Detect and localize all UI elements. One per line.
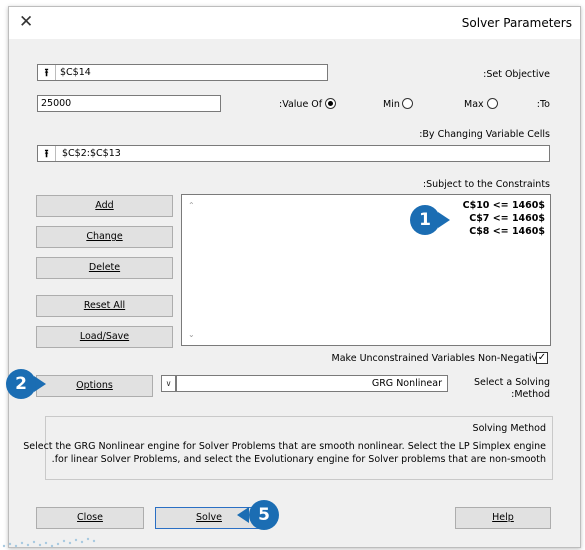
solving-method-line-1: Select the GRG Nonlinear engine for Solv… (23, 441, 546, 452)
options-button[interactable]: Options (36, 375, 153, 397)
solving-method-group: Solving Method Select the GRG Nonlinear … (23, 416, 553, 480)
scroll-up-icon[interactable]: ⌃ (188, 201, 195, 210)
objective-input[interactable]: ⭱ $C$14 (37, 64, 328, 81)
nonneg-checkbox[interactable]: ✓ (536, 352, 548, 364)
change-button[interactable]: Change (36, 226, 173, 248)
decorative-dots (2, 537, 96, 548)
load-save-label: Load/Save (79, 331, 130, 342)
min-label: Min (383, 99, 400, 110)
callout-pointer-5 (237, 507, 249, 523)
constraint-item[interactable]: C$10 <= 1460$ (463, 200, 545, 211)
callout-badge-2: 2 (6, 369, 36, 399)
objective-value: $C$14 (60, 67, 91, 78)
to-label: :To (536, 99, 550, 110)
constraint-item[interactable]: C$7 <= 1460$ (469, 213, 545, 224)
solving-method-label-2: :Method (511, 389, 550, 400)
solving-method-line-2: .for linear Solver Problems, and select … (51, 454, 546, 465)
constraints-label: :Subject to the Constraints (422, 179, 550, 190)
changing-cells-input[interactable]: ⭱ $C$2:$C$13 (37, 145, 550, 162)
reset-all-button[interactable]: Reset All (36, 295, 173, 317)
max-label: Max (464, 99, 484, 110)
set-objective-label: :Set Objective (483, 69, 550, 80)
min-radio[interactable] (402, 98, 413, 109)
close-label: Close (77, 512, 103, 523)
constraints-list[interactable]: ⌃ C$10 <= 1460$ C$7 <= 1460$ C$8 <= 1460… (181, 194, 551, 346)
scroll-down-icon[interactable]: ⌄ (188, 330, 195, 339)
close-icon[interactable]: ✕ (19, 12, 33, 32)
reset-all-label: Reset All (83, 300, 126, 311)
value-of-input[interactable]: 25000 (37, 95, 221, 112)
change-label: Change (86, 231, 123, 242)
load-save-button[interactable]: Load/Save (36, 326, 173, 348)
delete-button[interactable]: Delete (36, 257, 173, 279)
chevron-down-icon[interactable]: ∨ (161, 375, 176, 392)
title-bar: ✕ Solver Parameters (9, 7, 580, 39)
changing-cells-label: :By Changing Variable Cells (419, 129, 550, 140)
changing-cells-value: $C$2:$C$13 (62, 148, 121, 159)
solving-method-value: GRG Nonlinear (371, 378, 442, 389)
solving-method-label-1: Select a Solving (474, 377, 550, 388)
help-button[interactable]: Help (455, 507, 551, 529)
close-button[interactable]: Close (36, 507, 144, 529)
callout-badge-1: 1 (410, 205, 440, 235)
range-select-icon[interactable]: ⭱ (38, 65, 56, 80)
constraint-item[interactable]: C$8 <= 1460$ (469, 226, 545, 237)
max-radio[interactable] (487, 98, 498, 109)
add-button[interactable]: Add (36, 195, 173, 217)
options-label: Options (76, 380, 113, 391)
solve-label: Solve (196, 512, 222, 523)
value-of-radio[interactable] (325, 98, 336, 109)
solver-dialog: ✕ Solver Parameters ⭱ $C$14 :Set Objecti… (8, 6, 581, 548)
value-of-label: :Value Of (279, 99, 323, 110)
range-select-icon[interactable]: ⭱ (38, 146, 56, 161)
dialog-title: Solver Parameters (461, 16, 572, 30)
callout-badge-5: 5 (249, 500, 279, 530)
help-label: Help (492, 512, 514, 523)
add-label: Add (95, 200, 114, 211)
value-of-value: 25000 (41, 98, 72, 109)
solving-method-select[interactable]: GRG Nonlinear (176, 375, 448, 392)
solving-method-title: Solving Method (472, 423, 546, 434)
nonneg-label: Make Unconstrained Variables Non-Negativ… (331, 353, 543, 364)
delete-label: Delete (88, 262, 121, 273)
